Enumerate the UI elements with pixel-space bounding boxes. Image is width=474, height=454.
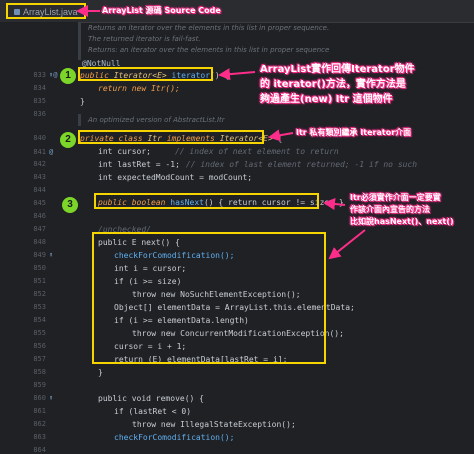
annotation-itr-note: Itr 私有類別繼承 Iterator介面 <box>296 128 412 137</box>
annotation-iterator-note-2: 的 iterator()方法，實作方法是 <box>260 79 406 90</box>
arrow-to-hasnext <box>323 198 346 210</box>
annotation-iterator-note-1: ArrayList實作回傳Iterator物件 <box>260 64 415 75</box>
arrow-to-class-itr <box>268 129 294 142</box>
annotation-iterator-note-3: 夠過產生(new) Itr 這個物件 <box>260 94 393 105</box>
line-number: 864 <box>33 446 46 454</box>
annotation-tab-note: ArrayList 源碼 Source Code <box>102 6 221 15</box>
arrow-to-next <box>328 229 366 260</box>
arrow-to-iterator <box>218 68 256 81</box>
annotation-hasnext-note-3: 比如說hasNext()、next() <box>350 217 454 226</box>
annotation-hasnext-note-1: Itr必須實作介面一定要實 <box>350 193 441 202</box>
annotation-hasnext-note-2: 作該介面內宣告的方法 <box>350 205 430 214</box>
